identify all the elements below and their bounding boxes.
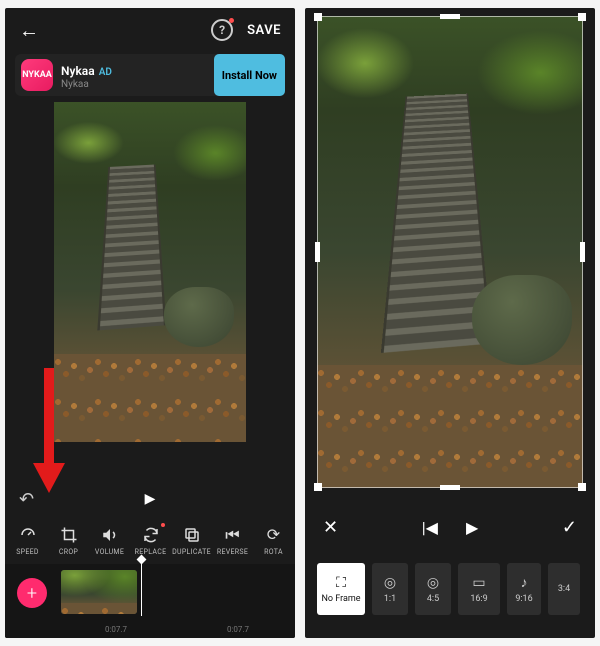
tool-speed[interactable]: SPEED (7, 525, 48, 556)
tool-reverse[interactable]: ⏮REVERSE (212, 525, 253, 556)
crop-frame[interactable] (317, 16, 583, 488)
replace-icon (130, 525, 171, 545)
save-button[interactable]: SAVE (247, 23, 281, 38)
crop-handle-bl[interactable] (314, 483, 322, 491)
youtube-icon: ▭ (472, 575, 485, 591)
add-clip-button[interactable]: + (17, 578, 47, 608)
crop-icon (48, 525, 89, 545)
crop-handle-b[interactable] (440, 485, 460, 490)
crop-handle-tr[interactable] (578, 13, 586, 21)
cancel-icon[interactable]: ✕ (323, 517, 338, 538)
play-icon[interactable]: ▶ (145, 491, 156, 507)
rotate-icon: ⟳ (253, 525, 294, 545)
confirm-icon[interactable]: ✓ (562, 517, 577, 538)
ratio-1-1[interactable]: ◎ 1:1 (372, 563, 408, 615)
ad-title: Nykaa (61, 64, 95, 78)
timestamp-end: 0:07.7 (227, 625, 249, 634)
video-preview[interactable] (54, 102, 246, 442)
noframe-icon: ⛶ (336, 575, 346, 591)
timeline[interactable]: + 0:07.7 0:07.7 (5, 564, 295, 638)
volume-icon (89, 525, 130, 545)
crop-handle-t[interactable] (440, 14, 460, 19)
tool-crop[interactable]: CROP (48, 525, 89, 556)
help-icon[interactable]: ? (211, 19, 233, 41)
tool-duplicate[interactable]: DUPLICATE (171, 525, 212, 556)
undo-icon[interactable]: ↶ (19, 489, 34, 510)
instagram-icon: ◎ (427, 575, 439, 591)
crop-handle-br[interactable] (578, 483, 586, 491)
crop-handle-tl[interactable] (314, 13, 322, 21)
top-bar: ← ? SAVE (5, 8, 295, 52)
back-icon[interactable]: ← (19, 18, 39, 43)
ad-text: NykaaAD Nykaa (61, 60, 214, 90)
tool-volume[interactable]: VOLUME (89, 525, 130, 556)
aspect-ratio-bar: ⛶ No Frame ◎ 1:1 ◎ 4:5 ▭ 16:9 ♪ 9:16 3:4 (305, 558, 595, 620)
ad-subtitle: Nykaa (61, 79, 214, 90)
timeline-clip[interactable] (61, 570, 137, 614)
speed-icon (7, 525, 48, 545)
play-icon[interactable]: ▶ (466, 518, 478, 537)
timestamp-start: 0:07.7 (105, 625, 127, 634)
ratio-noframe[interactable]: ⛶ No Frame (317, 563, 365, 615)
crop-screen: ✕ |◀ ▶ ✓ ⛶ No Frame ◎ 1:1 ◎ 4:5 ▭ 16:9 ♪… (305, 8, 595, 638)
ratio-4-5[interactable]: ◎ 4:5 (415, 563, 451, 615)
tool-rotate[interactable]: ⟳ROTA (253, 525, 294, 556)
crop-preview[interactable] (317, 16, 583, 488)
reverse-icon: ⏮ (212, 525, 253, 545)
annotation-arrow (33, 368, 65, 498)
ad-tag: AD (99, 67, 112, 78)
editor-screen-main: ← ? SAVE NYKAA NykaaAD Nykaa Install Now… (5, 8, 295, 638)
duplicate-icon (171, 525, 212, 545)
ratio-16-9[interactable]: ▭ 16:9 (458, 563, 500, 615)
ratio-3-4[interactable]: 3:4 (548, 563, 580, 615)
ad-banner[interactable]: NYKAA NykaaAD Nykaa Install Now (15, 54, 285, 96)
install-button[interactable]: Install Now (214, 54, 285, 96)
tiktok-icon: ♪ (521, 574, 528, 591)
tool-replace[interactable]: REPLACE (130, 525, 171, 556)
ad-app-icon: NYKAA (21, 59, 53, 91)
crop-handle-r[interactable] (580, 242, 585, 262)
instagram-icon: ◎ (384, 575, 396, 591)
playhead[interactable] (141, 558, 142, 616)
ratio-9-16[interactable]: ♪ 9:16 (507, 563, 541, 615)
edit-toolbar: SPEED CROP VOLUME REPLACE DUPLICATE ⏮REV… (5, 516, 295, 564)
crop-handle-l[interactable] (315, 242, 320, 262)
prev-frame-icon[interactable]: |◀ (422, 518, 438, 537)
crop-controls: ✕ |◀ ▶ ✓ (305, 504, 595, 550)
